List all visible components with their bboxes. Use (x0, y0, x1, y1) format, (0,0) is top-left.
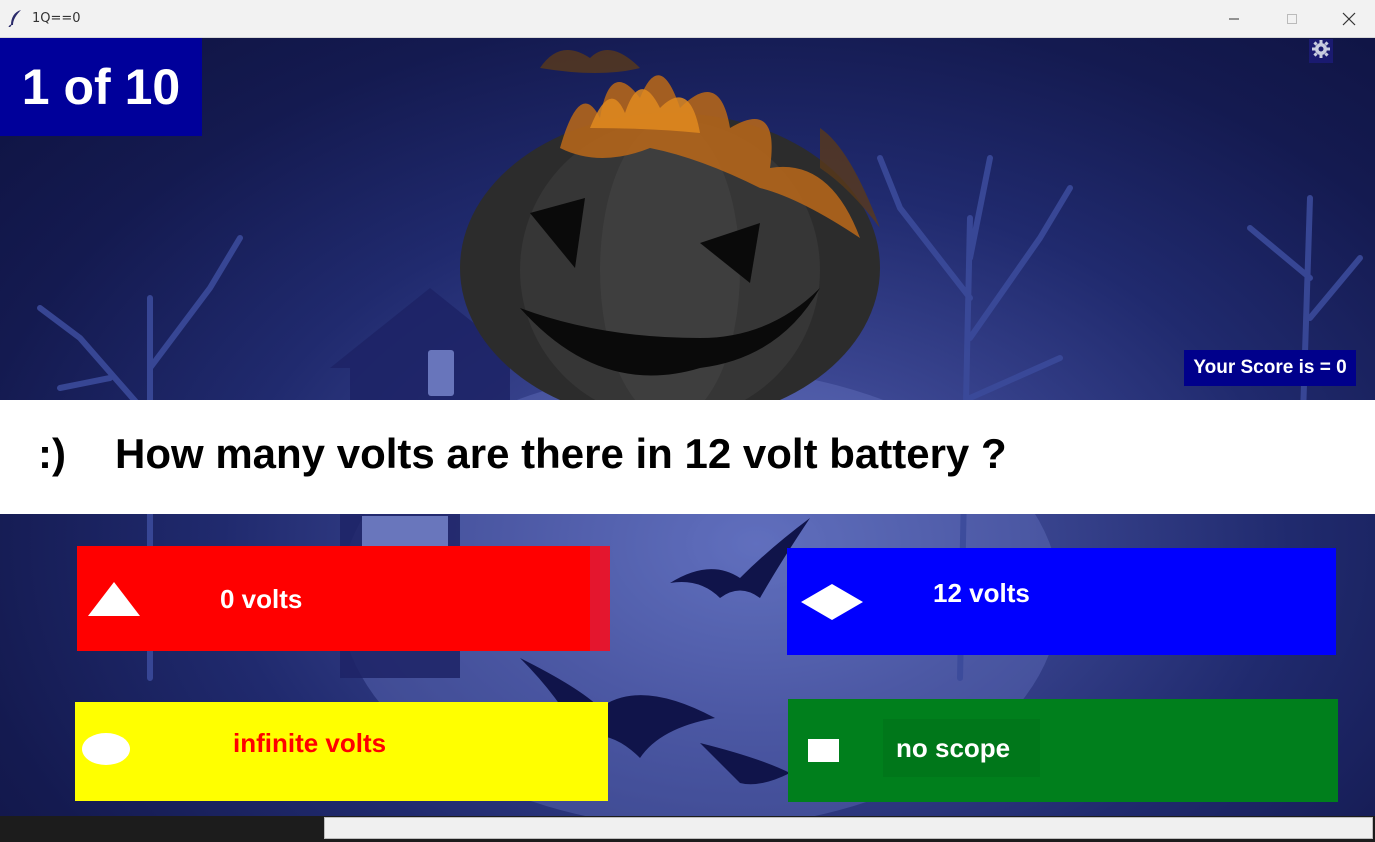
close-icon (1342, 12, 1356, 26)
answer-button-2[interactable]: 12 volts (787, 548, 1336, 655)
minimize-button[interactable] (1205, 0, 1263, 38)
question-counter: 1 of 10 (0, 38, 202, 136)
triangle-icon (86, 580, 142, 623)
answer-button-1[interactable]: 0 volts (77, 546, 610, 651)
answer-label-box: no scope (883, 719, 1040, 777)
question-bar: :) How many volts are there in 12 volt b… (0, 400, 1375, 514)
feather-icon (8, 9, 24, 28)
answer-button-edge (590, 546, 610, 651)
answer-label-1: 0 volts (220, 584, 303, 614)
score-display: Your Score is = 0 (1184, 350, 1356, 386)
answer-button-4[interactable]: no scope (788, 699, 1338, 802)
horizontal-scrollbar[interactable] (324, 817, 1373, 839)
settings-button[interactable] (1309, 39, 1333, 63)
game-scene: 1 of 10 Your Score is = 0 :) How many vo… (0, 38, 1375, 816)
answer-label-4: no scope (896, 733, 1011, 763)
pumpkin-image (460, 50, 880, 423)
maximize-button[interactable] (1263, 0, 1321, 38)
question-text: How many volts are there in 12 volt batt… (115, 430, 1007, 477)
window-titlebar: 1Q==0 (0, 0, 1375, 38)
question-emoticon: :) (38, 430, 66, 477)
diamond-icon (799, 582, 865, 627)
gear-icon (1311, 39, 1331, 64)
close-button[interactable] (1320, 0, 1375, 38)
square-icon (808, 739, 840, 768)
answer-label-2: 12 volts (933, 578, 1030, 608)
minimize-icon (1228, 13, 1240, 25)
answer-label-3: infinite volts (233, 728, 387, 758)
answer-button-3[interactable]: infinite volts (75, 702, 608, 801)
circle-icon (81, 732, 131, 771)
window-title: 1Q==0 (32, 11, 81, 26)
maximize-icon (1286, 13, 1298, 25)
